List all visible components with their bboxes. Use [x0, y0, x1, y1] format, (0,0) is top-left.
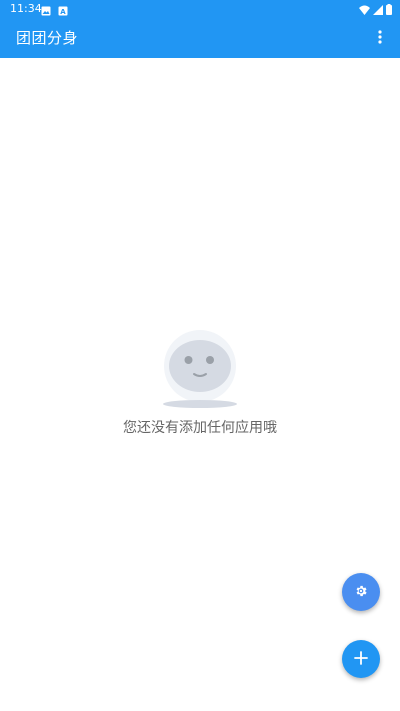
add-app-fab[interactable] — [342, 640, 380, 678]
signal-icon — [373, 3, 383, 21]
more-vert-icon — [378, 29, 382, 48]
settings-fab[interactable] — [342, 573, 380, 611]
battery-icon — [386, 3, 392, 21]
add-icon — [354, 650, 368, 669]
wifi-icon — [359, 3, 370, 21]
overflow-menu-button[interactable] — [372, 27, 388, 49]
status-time: 11:34 — [10, 2, 42, 15]
empty-message: 您还没有添加任何应用哦 — [123, 420, 277, 436]
gear-icon — [354, 583, 368, 602]
toolbar-title: 团团分身 — [16, 29, 79, 47]
status-bar: 11:34 A — [0, 0, 400, 18]
status-right-icons — [359, 3, 392, 21]
status-left-icons: A — [41, 4, 68, 22]
empty-face-icon — [160, 330, 240, 410]
notification-icon: A — [58, 4, 68, 22]
image-icon — [41, 4, 51, 22]
app-header: 11:34 A 团团分身 — [0, 0, 400, 58]
svg-text:A: A — [60, 8, 66, 16]
